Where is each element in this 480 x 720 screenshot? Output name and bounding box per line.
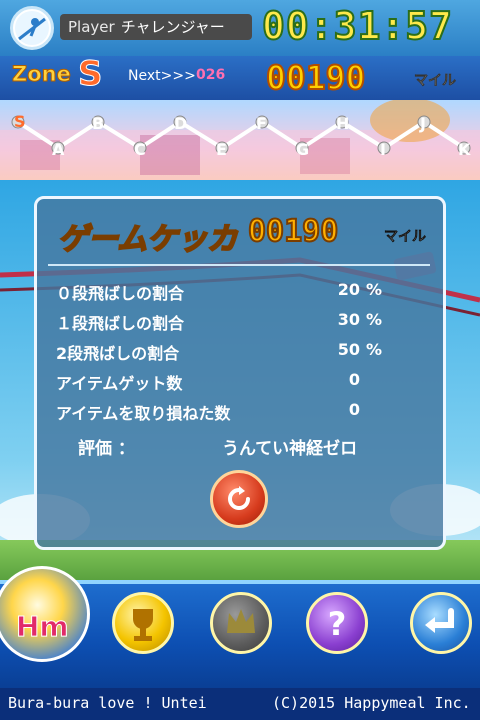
zone-value: S [78,54,103,95]
back-button[interactable] [410,592,472,654]
question-icon: ? [328,605,347,643]
stat-value: 20 [337,280,360,299]
stat-label: 2段飛ばしの割合 [56,344,180,363]
retry-icon [228,486,250,510]
track-letter: I [380,140,386,159]
track-letter: J [420,114,426,133]
rating-value: うんてい神経ゼロ [222,439,358,459]
track-scenery [0,100,480,180]
logo-text: Hm [16,610,70,644]
player-icon [10,6,54,50]
player-name: チャレンジャー [120,18,225,36]
track-letter: D [174,114,188,133]
track-letter: K [458,140,471,159]
help-button[interactable]: ? [306,592,368,654]
footer-copyright: (C)2015 Happymeal Inc. [272,694,471,712]
stat-unit: % [366,280,383,299]
result-distance: 00190 [247,213,339,250]
track-letter: B [92,114,105,133]
result-distance-unit: マイル [384,229,427,246]
stat-value: 0 [348,400,360,419]
svg-text:?: ? [328,605,347,643]
zone-label: Zone [12,62,72,87]
stat-value: 0 [348,370,360,389]
next-value: 026 [196,67,226,83]
distance-unit: マイル [414,73,457,90]
crown-icon [227,609,255,633]
stat-label: アイテムを取り損ねた数 [56,404,231,423]
trophy-icon [133,609,153,641]
track-letter: S [14,112,26,131]
player-name-box: Player チャレンジャー [60,14,252,40]
rating-label: 評価 ： [78,439,135,459]
crown-button[interactable] [210,592,272,654]
track-letter: H [336,114,350,133]
game-timer: 00:31:57 [261,3,454,49]
back-arrow-icon [425,608,454,633]
stat-unit: % [366,340,383,359]
result-title: ゲームケッカ [57,221,238,258]
stat-value: 50 [337,340,360,359]
stat-label: ０段飛ばしの割合 [56,284,185,303]
zone-bar [0,56,480,100]
next-label: Next>>> [128,68,196,84]
track-letter: G [296,140,310,159]
player-label: Player [68,18,115,36]
trophy-button[interactable] [112,592,174,654]
track-letter: C [134,140,146,159]
track-letter: A [52,140,65,159]
stat-label: アイテムゲット数 [56,374,183,393]
distance-counter: 00190 [265,57,366,98]
track-letter: E [216,140,227,159]
stat-label: １段飛ばしの割合 [56,314,185,333]
stat-unit: % [366,310,383,329]
track-letter: F [256,114,267,133]
stat-value: 30 [337,310,360,329]
panel-divider [48,264,430,266]
footer-title: Bura-bura love ! Untei [8,694,207,712]
